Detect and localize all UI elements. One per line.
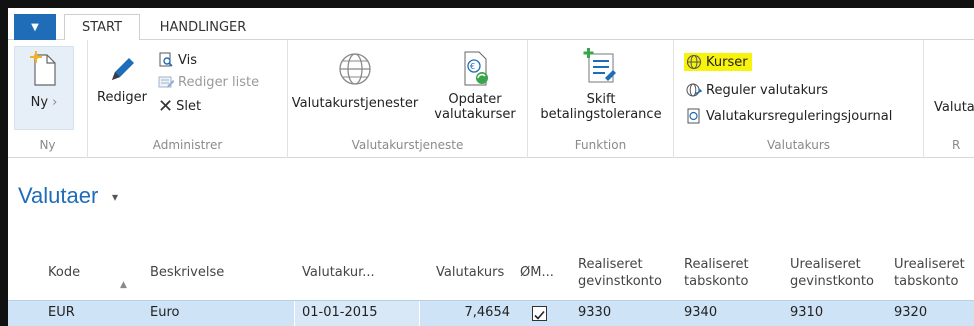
cell-kode[interactable]: EUR bbox=[48, 305, 75, 320]
ribbon: Ny › Ny Rediger Vis Rediger liste ✕ Slet… bbox=[8, 40, 974, 158]
group-cutoff: Valuta R bbox=[924, 40, 974, 158]
view-document-icon bbox=[159, 52, 173, 67]
header-urealiseret-gevinstkonto[interactable]: Urealiseret gevinstkonto bbox=[790, 256, 874, 290]
checkmark-icon bbox=[534, 310, 545, 320]
adjust-rates-label: Reguler valutakurs bbox=[706, 82, 829, 98]
edit-list-button[interactable]: Rediger liste bbox=[158, 72, 259, 92]
globe-icon bbox=[339, 53, 371, 85]
cutoff-valuta-button[interactable]: Valuta bbox=[934, 100, 974, 115]
header-urealiseret-tabskonto-1: Urealiseret bbox=[894, 257, 965, 272]
view-button-label: Vis bbox=[178, 52, 197, 68]
change-tolerance-button[interactable]: Skift betalingstolerance bbox=[528, 48, 674, 122]
change-tolerance-label-1: Skift bbox=[586, 92, 616, 107]
app-menu-button[interactable]: ▼ bbox=[14, 14, 56, 40]
header-realiseret-tabskonto-2: tabskonto bbox=[684, 274, 749, 289]
page-title-dropdown-icon[interactable]: ▾ bbox=[112, 190, 118, 204]
chevron-right-icon: › bbox=[52, 95, 58, 110]
header-urealiseret-gevinstkonto-1: Urealiseret bbox=[790, 257, 861, 272]
cell-valutakurs[interactable]: 7,4654 bbox=[428, 305, 511, 320]
header-realiseret-tabskonto[interactable]: Realiseret tabskonto bbox=[684, 256, 749, 290]
adjust-rates-icon bbox=[686, 83, 702, 97]
adjustment-journal-button[interactable]: Valutakursreguleringsjournal bbox=[686, 106, 892, 126]
edit-button-label: Rediger bbox=[97, 90, 147, 105]
new-button-label: Ny bbox=[30, 95, 49, 110]
delete-button-label: Slet bbox=[176, 98, 202, 114]
group-valutakurstjeneste: Valutakurstjenester € Opdater valutakurs… bbox=[288, 40, 528, 158]
cell-urealiseret-gevinstkonto[interactable]: 9310 bbox=[790, 305, 823, 320]
header-urealiseret-tabskonto-2: tabskonto bbox=[894, 274, 959, 289]
header-urealiseret-gevinstkonto-2: gevinstkonto bbox=[790, 274, 874, 289]
table-row[interactable]: EUR Euro 01-01-2015 7,4654 9330 9340 931… bbox=[8, 300, 974, 326]
change-tolerance-label-2: betalingstolerance bbox=[540, 107, 662, 122]
tab-start[interactable]: START bbox=[64, 14, 140, 41]
header-om[interactable]: ØM... bbox=[520, 264, 554, 281]
group-administrer: Rediger Vis Rediger liste ✕ Slet Adminis… bbox=[88, 40, 288, 158]
svg-text:€: € bbox=[470, 62, 475, 71]
group-funktion: Skift betalingstolerance Funktion bbox=[528, 40, 674, 158]
header-realiseret-gevinstkonto-1: Realiseret bbox=[578, 257, 643, 272]
cell-urealiseret-tabskonto[interactable]: 9320 bbox=[894, 305, 927, 320]
ribbon-tab-row: ▼ START HANDLINGER bbox=[8, 8, 974, 41]
update-rates-button[interactable]: € Opdater valutakurser bbox=[422, 50, 528, 122]
tab-handlinger[interactable]: HANDLINGER bbox=[148, 14, 258, 41]
cell-beskrivelse[interactable]: Euro bbox=[150, 305, 179, 320]
table-header: Kode Beskrivelse Valutakur... Valutakurs… bbox=[8, 256, 974, 300]
kurser-label: Kurser bbox=[706, 54, 748, 70]
group-label-valutakurs: Valutakurs bbox=[767, 138, 830, 152]
update-rates-label-2: valutakurser bbox=[434, 107, 516, 122]
header-realiseret-tabskonto-1: Realiseret bbox=[684, 257, 749, 272]
group-ny: Ny › Ny bbox=[8, 40, 88, 158]
adjustment-journal-label: Valutakursreguleringsjournal bbox=[706, 108, 893, 124]
group-label-cutoff: R bbox=[952, 138, 961, 152]
delete-x-icon: ✕ bbox=[158, 95, 174, 117]
group-valutakurs: Kurser Reguler valutakurs Valutakursregu… bbox=[674, 40, 924, 158]
header-valutakurs-dato[interactable]: Valutakur... bbox=[302, 264, 375, 281]
edit-list-icon bbox=[158, 76, 174, 88]
journal-icon bbox=[687, 108, 700, 124]
header-realiseret-gevinstkonto[interactable]: Realiseret gevinstkonto bbox=[578, 256, 662, 290]
update-rates-label-1: Opdater bbox=[448, 92, 502, 107]
edit-list-label: Rediger liste bbox=[178, 74, 260, 90]
view-button[interactable]: Vis bbox=[158, 50, 197, 70]
page-title: Valutaer bbox=[18, 183, 99, 208]
cell-realiseret-tabskonto[interactable]: 9340 bbox=[684, 305, 717, 320]
group-label-valutakurstjeneste: Valutakurstjeneste bbox=[351, 138, 464, 152]
caret-down-icon: ▼ bbox=[31, 21, 39, 33]
om-checkbox[interactable] bbox=[532, 306, 547, 321]
exchange-rates-icon bbox=[686, 54, 702, 70]
pencil-icon bbox=[112, 58, 134, 80]
header-kode[interactable]: Kode bbox=[48, 264, 80, 281]
kurser-button[interactable]: Kurser bbox=[684, 52, 752, 72]
change-tolerance-icon bbox=[583, 48, 616, 83]
header-beskrivelse[interactable]: Beskrivelse bbox=[150, 264, 224, 281]
cell-realiseret-gevinstkonto[interactable]: 9330 bbox=[578, 305, 611, 320]
header-valutakurs[interactable]: Valutakurs bbox=[436, 264, 504, 281]
new-document-icon bbox=[30, 51, 56, 86]
group-label-ny: Ny bbox=[39, 138, 56, 152]
new-button[interactable]: Ny › bbox=[14, 46, 74, 130]
group-label-administrer: Administrer bbox=[152, 138, 223, 152]
header-urealiseret-tabskonto[interactable]: Urealiseret tabskonto bbox=[894, 256, 965, 290]
adjust-rates-button[interactable]: Reguler valutakurs bbox=[686, 80, 828, 100]
delete-button[interactable]: ✕ Slet bbox=[158, 95, 202, 117]
header-realiseret-gevinstkonto-2: gevinstkonto bbox=[578, 274, 662, 289]
sort-ascending-icon: ▲ bbox=[120, 280, 127, 290]
cell-dato[interactable]: 01-01-2015 bbox=[302, 305, 378, 320]
update-rates-icon: € bbox=[464, 51, 488, 86]
group-label-funktion: Funktion bbox=[574, 138, 627, 152]
valutakurstjenester-button[interactable]: Valutakurstjenester bbox=[288, 52, 422, 111]
valutakurstjenester-label: Valutakurstjenester bbox=[291, 96, 419, 111]
edit-button[interactable]: Rediger bbox=[92, 56, 152, 105]
cutoff-valuta-label: Valuta bbox=[934, 100, 974, 115]
